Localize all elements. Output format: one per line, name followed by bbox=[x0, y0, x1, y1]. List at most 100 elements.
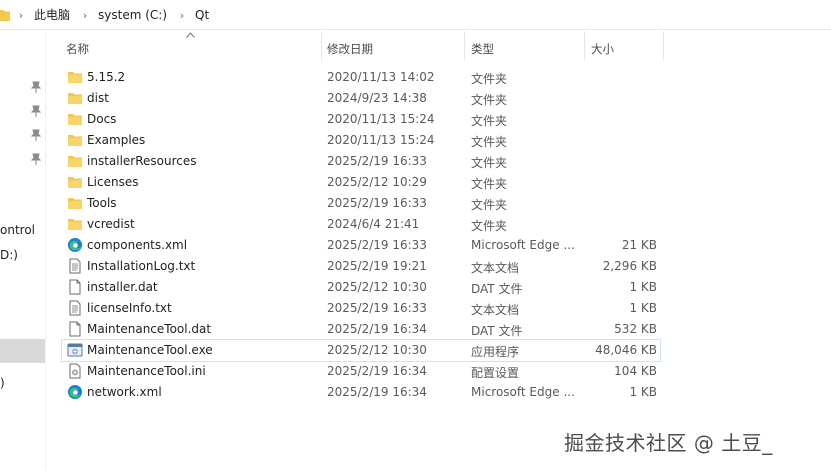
file-size: 21 KB bbox=[621, 238, 657, 252]
folder-row[interactable]: vcredist 2024/6/4 21:41 文件夹 bbox=[62, 214, 660, 235]
pin-icon[interactable] bbox=[31, 81, 41, 93]
nav-item-drive[interactable]: ) bbox=[0, 376, 5, 390]
file-row[interactable]: licenseInfo.txt 2025/2/19 16:33 文本文档 1 KB bbox=[62, 298, 660, 319]
file-name: MaintenanceTool.dat bbox=[87, 322, 212, 336]
file-list: 5.15.2 2020/11/13 14:02 文件夹 dist 2024/9/23 1… bbox=[61, 67, 662, 403]
column-header-size-label: 大小 bbox=[591, 42, 614, 56]
file-row[interactable]: InstallationLog.txt 2025/2/19 19:21 文本文档 2,… bbox=[62, 256, 660, 277]
file-type: 文件夹 bbox=[471, 135, 508, 149]
file-type: 文件夹 bbox=[471, 114, 508, 128]
nav-item-control-panel[interactable]: ontrol bbox=[0, 223, 35, 237]
file-modified-date: 2025/2/12 10:30 bbox=[327, 280, 427, 294]
file-modified-date: 2024/9/23 14:38 bbox=[327, 91, 427, 105]
breadcrumb-this-pc[interactable]: 此电脑 bbox=[28, 0, 78, 30]
folder-row[interactable]: Examples 2020/11/13 15:24 文件夹 bbox=[62, 130, 660, 151]
breadcrumb-qt[interactable]: Qt bbox=[189, 0, 217, 30]
file-type: Microsoft Edge ... bbox=[471, 385, 575, 399]
file-type: 文件夹 bbox=[471, 72, 508, 86]
folder-icon bbox=[67, 69, 83, 85]
file-modified-date: 2025/2/19 16:34 bbox=[327, 385, 427, 399]
file-name: MaintenanceTool.ini bbox=[87, 364, 206, 378]
folder-row[interactable]: Tools 2025/2/19 16:33 文件夹 bbox=[62, 193, 660, 214]
file-size: 1 KB bbox=[629, 280, 657, 294]
folder-row[interactable]: dist 2024/9/23 14:38 文件夹 bbox=[62, 88, 660, 109]
breadcrumb: › 此电脑 › system (C:) › Qt bbox=[14, 0, 217, 30]
file-row[interactable]: MaintenanceTool.dat 2025/2/19 16:34 DAT 文件… bbox=[62, 319, 660, 340]
file-name: Examples bbox=[87, 133, 146, 147]
file-type: 文本文档 bbox=[471, 261, 520, 275]
file-icon bbox=[67, 321, 83, 337]
edge-icon bbox=[67, 384, 83, 400]
file-size: 1 KB bbox=[629, 301, 657, 315]
chevron-right-icon[interactable]: › bbox=[14, 0, 28, 30]
column-divider[interactable] bbox=[663, 31, 664, 61]
file-name: MaintenanceTool.exe bbox=[87, 343, 213, 357]
file-name: installer.dat bbox=[87, 280, 158, 294]
file-row[interactable]: network.xml 2025/2/19 16:34 Microsoft Edge… bbox=[62, 382, 660, 403]
file-row[interactable]: installer.dat 2025/2/12 10:30 DAT 文件 1 KB bbox=[62, 277, 660, 298]
column-header-size[interactable]: 大小 bbox=[585, 31, 663, 61]
file-modified-date: 2025/2/19 16:33 bbox=[327, 301, 427, 315]
file-size: 104 KB bbox=[614, 364, 657, 378]
nav-item-selected[interactable] bbox=[0, 339, 45, 363]
column-header-name[interactable]: 名称 bbox=[62, 31, 321, 61]
file-modified-date: 2025/2/19 16:33 bbox=[327, 196, 427, 210]
folder-icon bbox=[67, 153, 83, 169]
file-type: 文件夹 bbox=[471, 177, 508, 191]
file-type: 文件夹 bbox=[471, 156, 508, 170]
file-name: installerResources bbox=[87, 154, 197, 168]
folder-row[interactable]: 5.15.2 2020/11/13 14:02 文件夹 bbox=[62, 67, 660, 88]
file-size: 1 KB bbox=[629, 385, 657, 399]
pin-icon[interactable] bbox=[31, 129, 41, 141]
file-icon bbox=[67, 279, 83, 295]
folder-row[interactable]: Licenses 2025/2/12 10:29 文件夹 bbox=[62, 172, 660, 193]
folder-icon bbox=[67, 174, 83, 190]
file-name: components.xml bbox=[87, 238, 188, 252]
file-name: Licenses bbox=[87, 175, 139, 189]
file-name: vcredist bbox=[87, 217, 135, 231]
column-header-date[interactable]: 修改日期 bbox=[322, 31, 464, 61]
file-type: 文件夹 bbox=[471, 219, 508, 233]
file-size: 532 KB bbox=[614, 322, 657, 336]
nav-item-drive-d[interactable]: D:) bbox=[0, 248, 18, 262]
folder-row[interactable]: installerResources 2025/2/19 16:33 文件夹 bbox=[62, 151, 660, 172]
file-size: 48,046 KB bbox=[595, 343, 657, 357]
chevron-right-icon[interactable]: › bbox=[78, 0, 92, 30]
navigation-pane[interactable]: ontrol D:) ) bbox=[0, 31, 46, 471]
file-modified-date: 2025/2/12 10:30 bbox=[327, 343, 427, 357]
file-size: 2,296 KB bbox=[602, 259, 657, 273]
file-modified-date: 2025/2/19 16:33 bbox=[327, 238, 427, 252]
file-name: dist bbox=[87, 91, 109, 105]
file-row[interactable]: MaintenanceTool.exe 2025/2/12 10:30 应用程序 48… bbox=[61, 339, 661, 362]
file-name: Docs bbox=[87, 112, 117, 126]
ini-icon bbox=[67, 363, 83, 379]
file-modified-date: 2025/2/19 16:33 bbox=[327, 154, 427, 168]
breadcrumb-system-drive[interactable]: system (C:) bbox=[92, 0, 175, 30]
pin-icon[interactable] bbox=[31, 153, 41, 165]
folder-row[interactable]: Docs 2020/11/13 15:24 文件夹 bbox=[62, 109, 660, 130]
column-header-type-label: 类型 bbox=[471, 42, 494, 56]
folder-icon bbox=[67, 111, 83, 127]
file-type: 文件夹 bbox=[471, 93, 508, 107]
chevron-right-icon[interactable]: › bbox=[175, 0, 189, 30]
file-row[interactable]: MaintenanceTool.ini 2025/2/19 16:34 配置设置 10… bbox=[62, 361, 660, 382]
file-row[interactable]: components.xml 2025/2/19 16:33 Microsoft E… bbox=[62, 235, 660, 256]
column-header-type[interactable]: 类型 bbox=[465, 31, 584, 61]
folder-icon bbox=[67, 132, 83, 148]
file-modified-date: 2025/2/19 19:21 bbox=[327, 259, 427, 273]
file-modified-date: 2024/6/4 21:41 bbox=[327, 217, 420, 231]
file-modified-date: 2025/2/19 16:34 bbox=[327, 322, 427, 336]
file-modified-date: 2025/2/12 10:29 bbox=[327, 175, 427, 189]
file-name: InstallationLog.txt bbox=[87, 259, 196, 273]
file-type: DAT 文件 bbox=[471, 282, 523, 296]
file-modified-date: 2020/11/13 15:24 bbox=[327, 133, 435, 147]
edge-icon bbox=[67, 237, 83, 253]
file-modified-date: 2025/2/19 16:34 bbox=[327, 364, 427, 378]
file-modified-date: 2020/11/13 15:24 bbox=[327, 112, 435, 126]
file-type: DAT 文件 bbox=[471, 324, 523, 338]
file-type: 文件夹 bbox=[471, 198, 508, 212]
file-type: Microsoft Edge ... bbox=[471, 238, 575, 252]
pin-icon[interactable] bbox=[31, 105, 41, 117]
address-bar[interactable]: › 此电脑 › system (C:) › Qt bbox=[0, 0, 831, 30]
file-type: 配置设置 bbox=[471, 366, 520, 380]
